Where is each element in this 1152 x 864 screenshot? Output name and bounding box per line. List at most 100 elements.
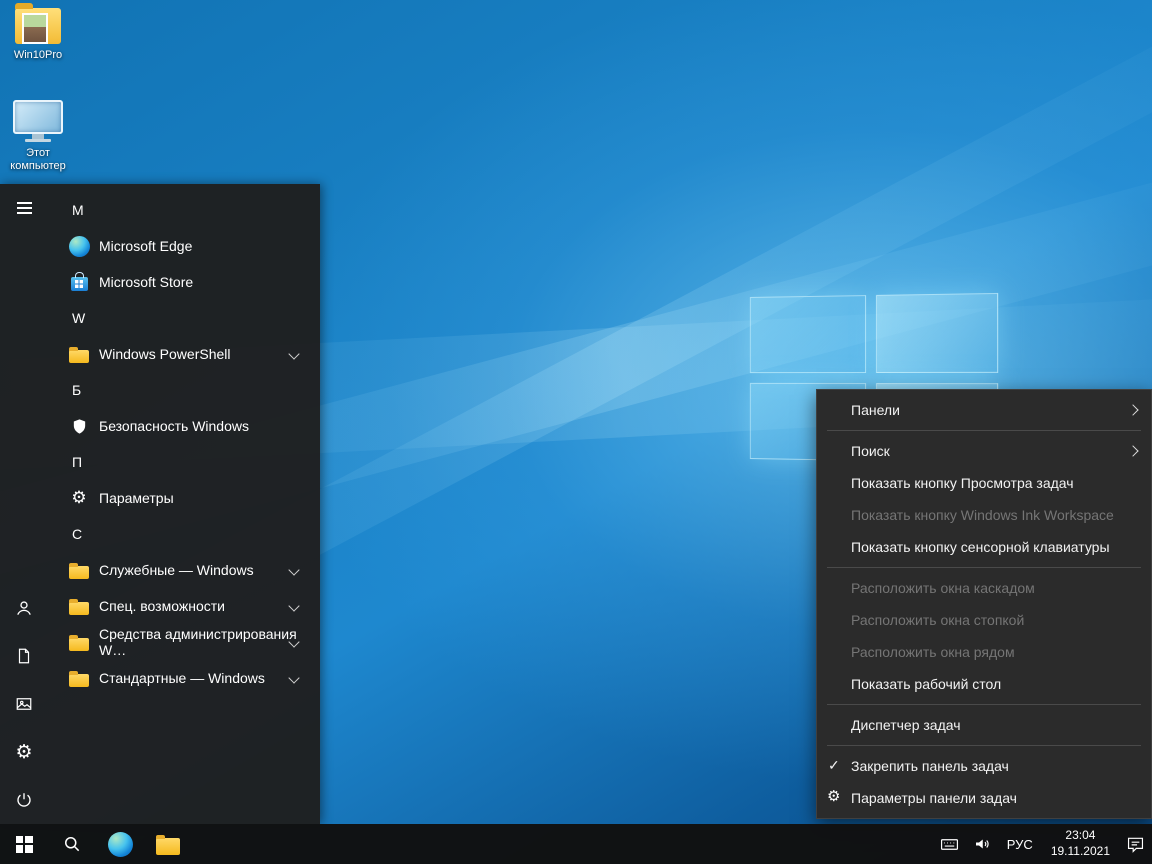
desktop-icon-this-pc[interactable]: Этот компьютер: [0, 100, 76, 173]
windows-start-icon: [16, 836, 33, 853]
section-header-m[interactable]: M: [48, 192, 320, 228]
expand-menu-button[interactable]: [0, 184, 48, 232]
app-item-settings[interactable]: ⚙ Параметры: [48, 480, 320, 516]
clock-date: 19.11.2021: [1051, 844, 1110, 860]
app-item-label: Microsoft Edge: [99, 238, 192, 254]
photo-thumbnail: [22, 13, 48, 44]
edge-icon: [108, 832, 133, 857]
store-icon: [71, 277, 88, 291]
menu-item-label: Расположить окна стопкой: [851, 612, 1024, 628]
menu-item-side-by-side-windows: Расположить окна рядом: [817, 636, 1151, 668]
user-icon: [14, 598, 34, 618]
clock[interactable]: 23:04 19.11.2021: [1042, 824, 1119, 864]
menu-item-show-task-view-button[interactable]: Показать кнопку Просмотра задач: [817, 467, 1151, 499]
app-item-accessories[interactable]: Стандартные — Windows: [48, 660, 320, 696]
folder-icon: [69, 674, 89, 687]
menu-item-label: Закрепить панель задач: [851, 758, 1009, 774]
section-letter: С: [72, 526, 82, 542]
settings-button[interactable]: ⚙: [0, 728, 48, 776]
app-item-windows-security[interactable]: Безопасность Windows: [48, 408, 320, 444]
menu-item-show-desktop[interactable]: Показать рабочий стол: [817, 668, 1151, 700]
section-letter: П: [72, 454, 82, 470]
start-button[interactable]: [0, 824, 48, 864]
desktop-icon-label: Этот компьютер: [0, 147, 76, 173]
document-icon: [15, 647, 33, 665]
app-item-label: Windows PowerShell: [99, 346, 231, 362]
app-item-label: Спец. возможности: [99, 598, 225, 614]
app-item-microsoft-edge[interactable]: Microsoft Edge: [48, 228, 320, 264]
chevron-down-icon[interactable]: [288, 600, 299, 611]
menu-item-label: Расположить окна каскадом: [851, 580, 1035, 596]
menu-item-label: Панели: [851, 402, 900, 418]
documents-button[interactable]: [0, 632, 48, 680]
folder-icon: [69, 602, 89, 615]
menu-separator: [827, 704, 1141, 705]
chevron-down-icon[interactable]: [288, 564, 299, 575]
menu-item-label: Показать кнопку Windows Ink Workspace: [851, 507, 1114, 523]
menu-item-show-windows-ink-workspace-button: Показать кнопку Windows Ink Workspace: [817, 499, 1151, 531]
search-button[interactable]: [48, 824, 96, 864]
menu-item-label: Показать рабочий стол: [851, 676, 1001, 692]
gear-icon: ⚙: [827, 789, 840, 804]
app-item-label: Служебные — Windows: [99, 562, 254, 578]
submenu-arrow-icon: [1127, 445, 1138, 456]
menu-item-stack-windows: Расположить окна стопкой: [817, 604, 1151, 636]
touch-keyboard-tray-button[interactable]: [933, 824, 966, 864]
section-header-b[interactable]: Б: [48, 372, 320, 408]
language-label: РУС: [1007, 837, 1033, 852]
menu-item-search[interactable]: Поиск: [817, 435, 1151, 467]
app-item-windows-powershell[interactable]: Windows PowerShell: [48, 336, 320, 372]
desktop-icon-win10pro[interactable]: Win10Pro: [0, 8, 76, 62]
menu-item-toolbars[interactable]: Панели: [817, 394, 1151, 426]
power-button[interactable]: [0, 776, 48, 824]
touch-keyboard-icon: [940, 837, 959, 852]
volume-tray-button[interactable]: [966, 824, 998, 864]
checkmark-icon: ✓: [828, 757, 840, 774]
taskbar-context-menu: Панели Поиск Показать кнопку Просмотра з…: [816, 389, 1152, 819]
menu-separator: [827, 567, 1141, 568]
app-item-microsoft-store[interactable]: Microsoft Store: [48, 264, 320, 300]
taskbar: РУС 23:04 19.11.2021: [0, 824, 1152, 864]
computer-icon: [14, 100, 62, 142]
shield-icon: [71, 418, 88, 435]
logo-pane: [876, 293, 998, 373]
action-center-icon: [1126, 836, 1145, 853]
menu-separator: [827, 745, 1141, 746]
section-header-s[interactable]: С: [48, 516, 320, 552]
menu-item-lock-taskbar[interactable]: ✓ Закрепить панель задач: [817, 750, 1151, 782]
section-header-w[interactable]: W: [48, 300, 320, 336]
chevron-down-icon[interactable]: [288, 348, 299, 359]
menu-item-task-manager[interactable]: Диспетчер задач: [817, 709, 1151, 741]
app-item-windows-system[interactable]: Служебные — Windows: [48, 552, 320, 588]
menu-item-label: Поиск: [851, 443, 890, 459]
start-menu: ⚙ M Microsoft Edge Microsoft Store W Win…: [0, 184, 320, 824]
app-item-label: Безопасность Windows: [99, 418, 249, 434]
start-app-list: M Microsoft Edge Microsoft Store W Windo…: [48, 184, 320, 824]
menu-item-label: Диспетчер задач: [851, 717, 961, 733]
file-explorer-button[interactable]: [144, 824, 192, 864]
language-indicator[interactable]: РУС: [998, 824, 1042, 864]
gear-icon: ⚙: [71, 490, 86, 507]
account-button[interactable]: [0, 584, 48, 632]
folder-icon: [69, 350, 89, 363]
folder-icon: [69, 638, 89, 651]
menu-item-show-touch-keyboard-button[interactable]: Показать кнопку сенсорной клавиатуры: [817, 531, 1151, 563]
menu-item-label: Показать кнопку Просмотра задач: [851, 475, 1074, 491]
power-icon: [15, 791, 33, 809]
menu-item-taskbar-settings[interactable]: ⚙ Параметры панели задач: [817, 782, 1151, 814]
app-item-label: Средства администрирования W…: [99, 626, 320, 658]
section-letter: W: [72, 310, 85, 326]
logo-pane: [750, 295, 866, 373]
submenu-arrow-icon: [1127, 404, 1138, 415]
action-center-button[interactable]: [1119, 824, 1152, 864]
clock-time: 23:04: [1051, 828, 1110, 844]
gear-icon: ⚙: [15, 743, 32, 762]
menu-item-label: Показать кнопку сенсорной клавиатуры: [851, 539, 1110, 555]
folder-icon: [69, 566, 89, 579]
section-header-p[interactable]: П: [48, 444, 320, 480]
pictures-button[interactable]: [0, 680, 48, 728]
app-item-admin-tools[interactable]: Средства администрирования W…: [48, 624, 320, 660]
edge-taskbar-button[interactable]: [96, 824, 144, 864]
chevron-down-icon[interactable]: [288, 672, 299, 683]
app-item-accessibility[interactable]: Спец. возможности: [48, 588, 320, 624]
